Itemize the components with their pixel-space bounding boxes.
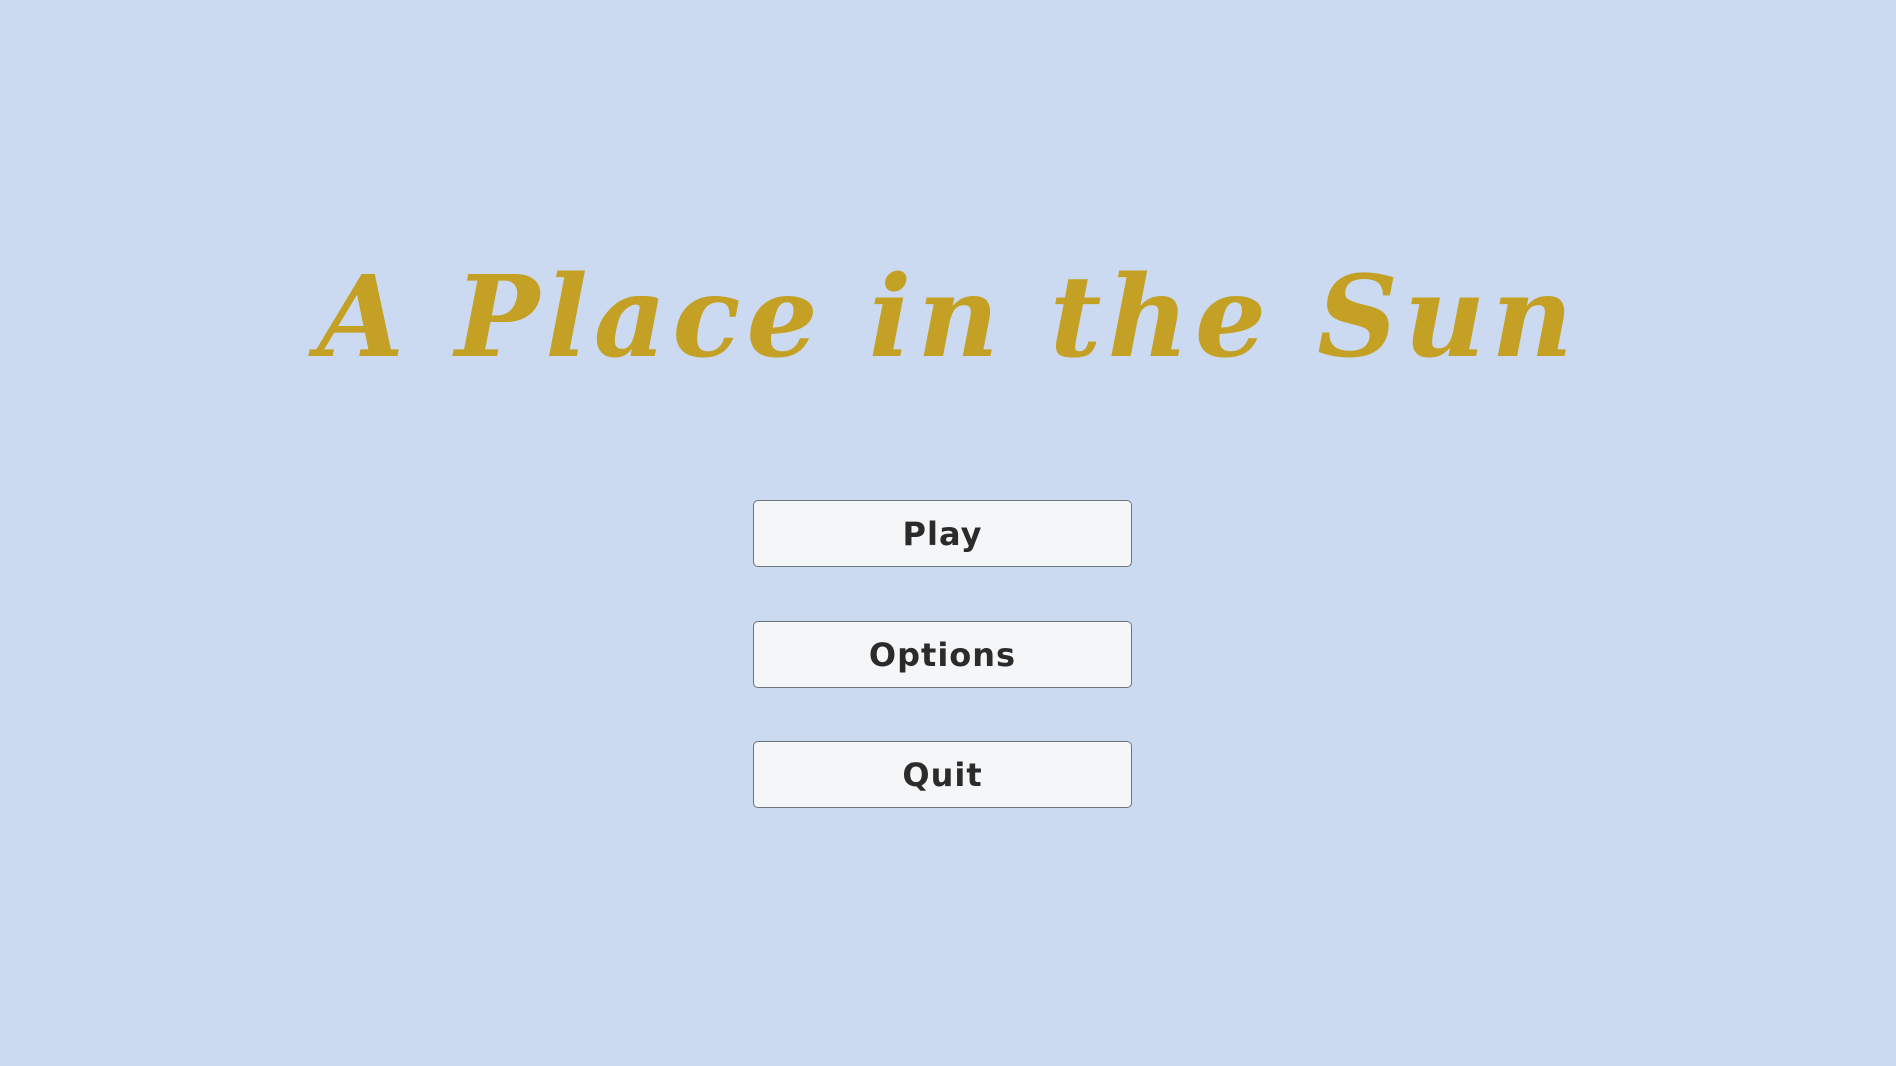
quit-button[interactable]: Quit — [753, 741, 1132, 808]
game-title: A Place in the Sun — [317, 252, 1579, 383]
quit-button-label: Quit — [902, 755, 983, 794]
options-button[interactable]: Options — [753, 621, 1132, 688]
play-button-label: Play — [902, 514, 983, 553]
options-button-label: Options — [868, 635, 1017, 674]
play-button[interactable]: Play — [753, 500, 1132, 567]
